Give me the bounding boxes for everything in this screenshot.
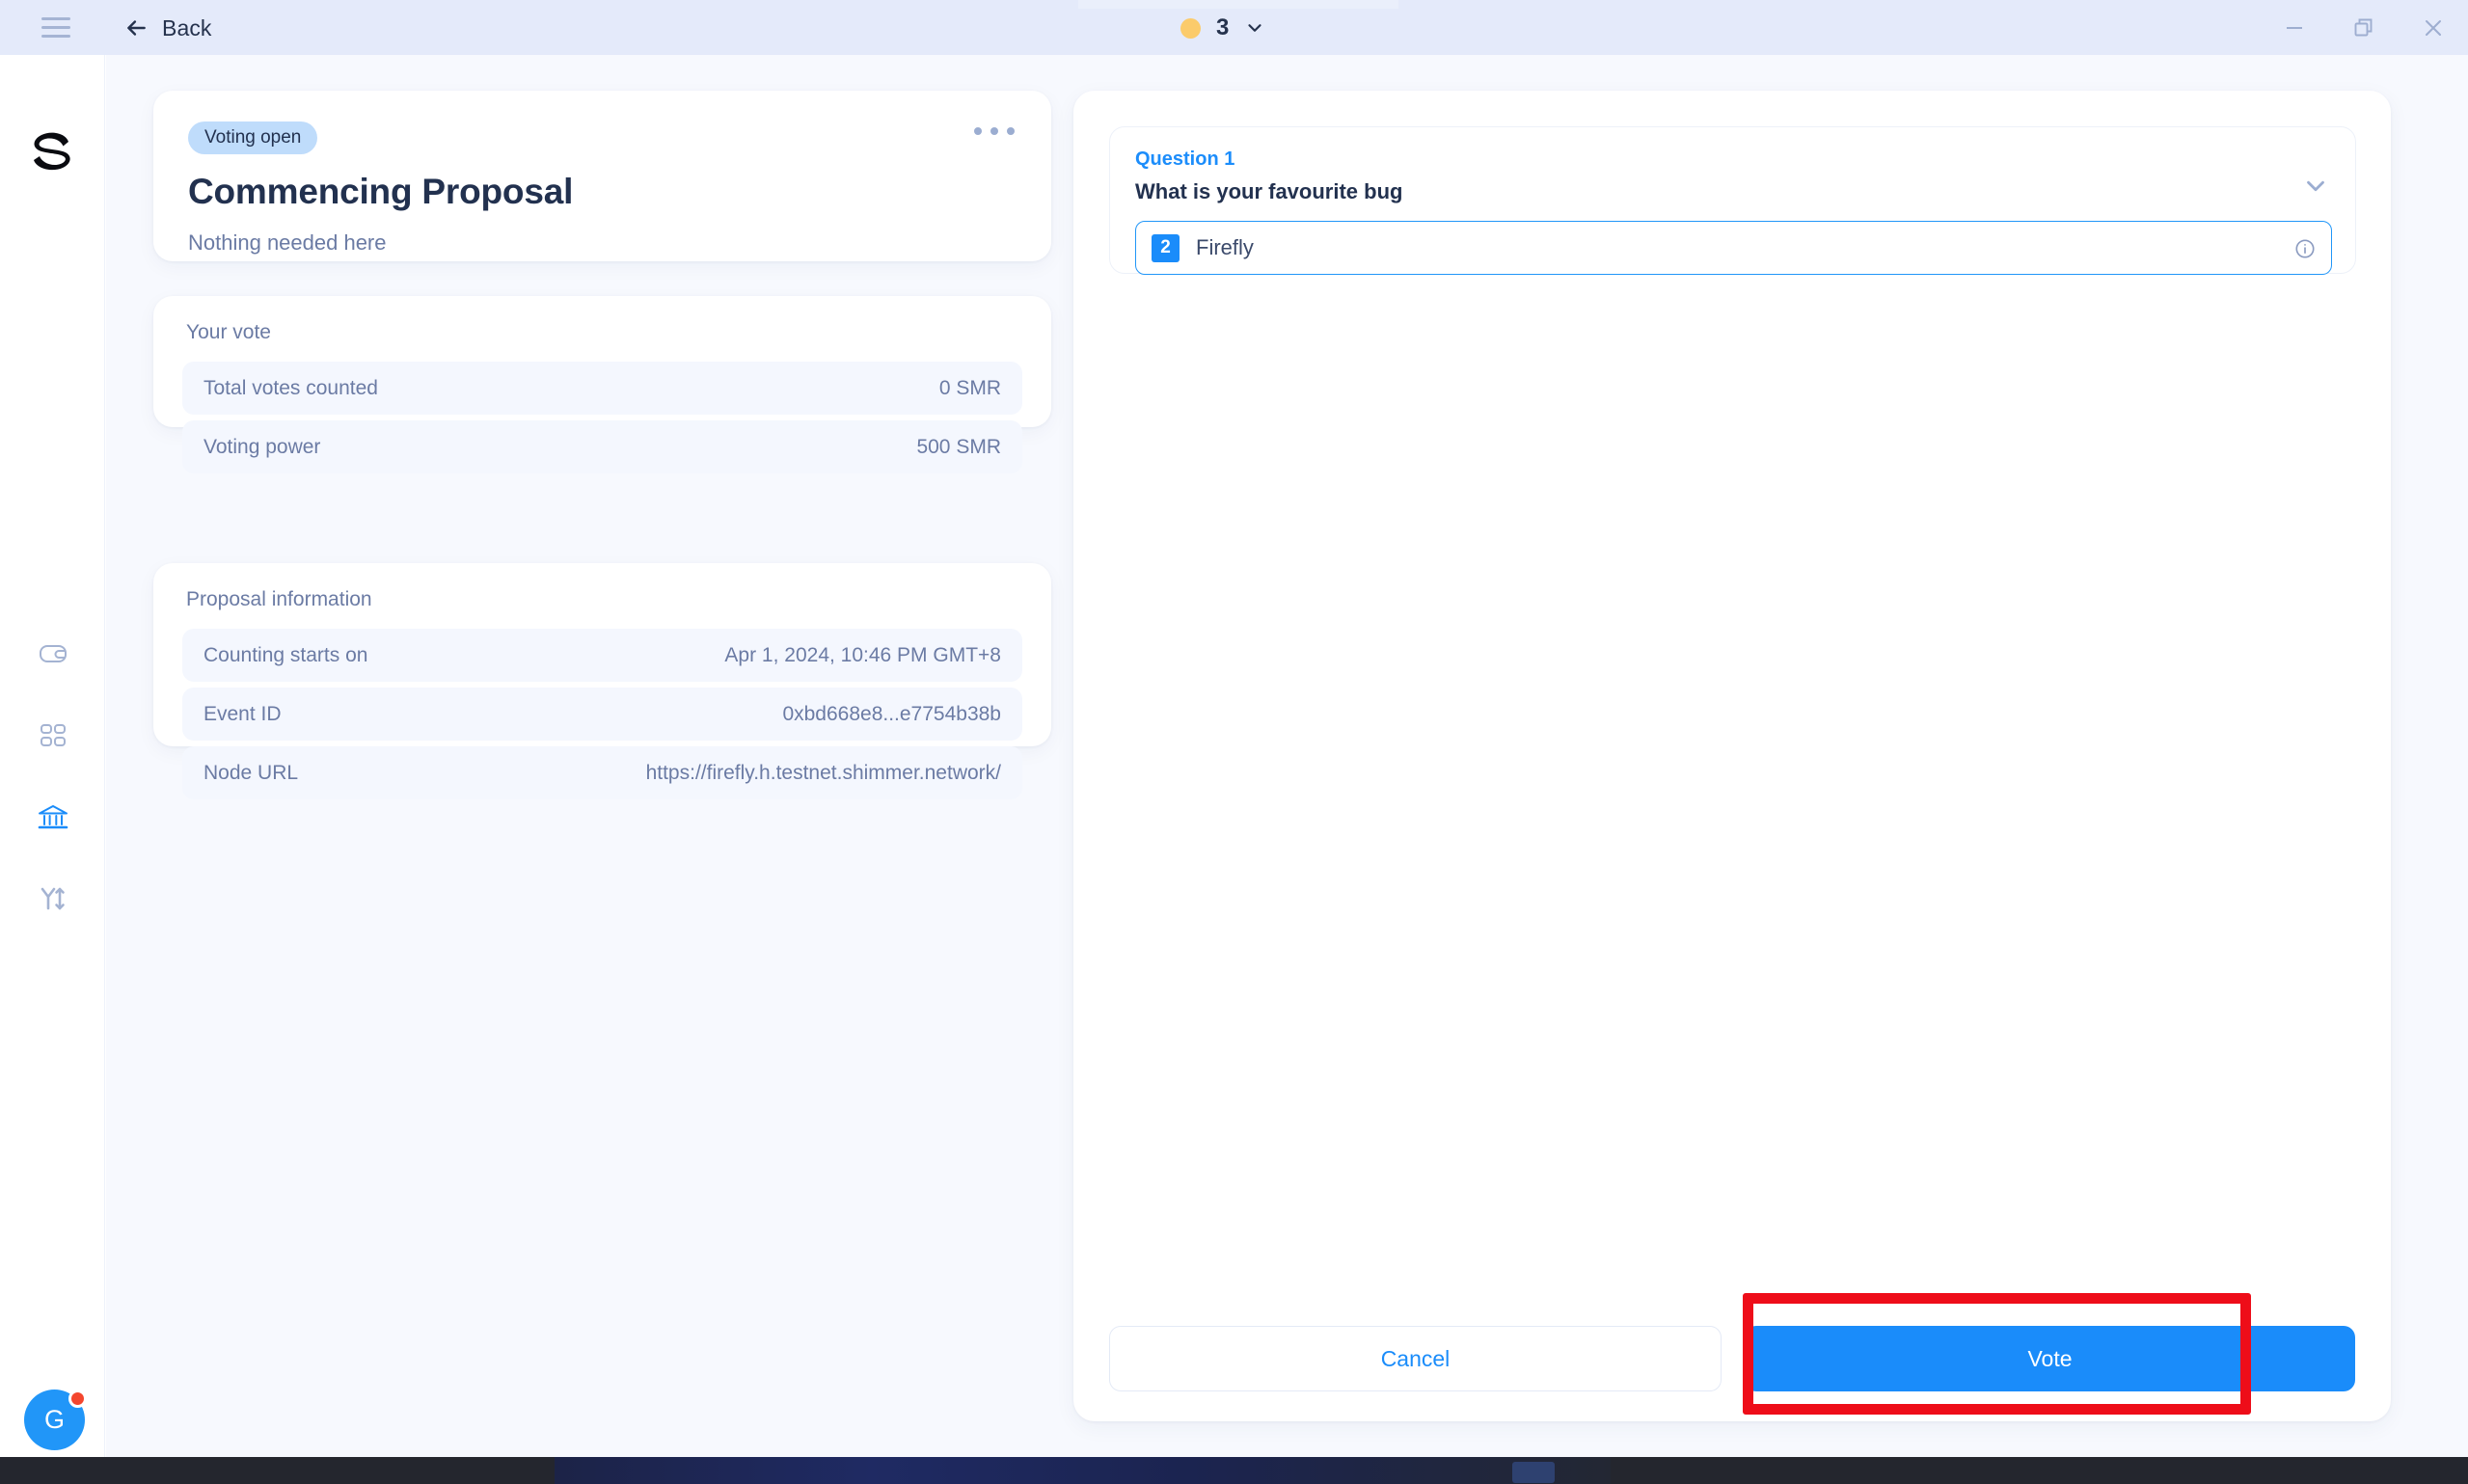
proposal-subtitle: Nothing needed here [188,230,1017,256]
maximize-button[interactable] [2329,0,2399,55]
question-label: Question 1 [1135,148,2330,171]
answer-label: Firefly [1196,235,1254,260]
wallet-icon [37,637,69,670]
notification-dot [68,1390,87,1408]
your-vote-heading: Your vote [186,321,1022,344]
main-content: Voting open Commencing Proposal Nothing … [106,55,2468,1457]
back-button[interactable]: Back [123,10,212,46]
list-item: Voting power 500 SMR [182,420,1022,473]
list-item: Total votes counted 0 SMR [182,362,1022,415]
account-name: 3 [1216,14,1229,41]
cancel-button[interactable]: Cancel [1109,1326,1722,1391]
hamburger-menu-icon[interactable] [41,13,70,40]
proposal-information-heading: Proposal information [186,588,1022,611]
account-switcher[interactable]: 3 [1180,10,1265,46]
arrow-left-icon [123,15,149,40]
restore-window-icon [2352,16,2375,40]
firefly-wallet-window: Back 3 [0,0,2468,1484]
row-value: https://firefly.h.testnet.shimmer.networ… [646,762,1001,785]
row-key: Counting starts on [203,644,367,667]
os-taskbar [0,1457,2468,1484]
list-item: Node URL https://firefly.h.testnet.shimm… [182,746,1022,799]
row-value: 0 SMR [939,377,1001,400]
row-value: Apr 1, 2024, 10:46 PM GMT+8 [724,644,1001,667]
close-button[interactable] [2399,0,2468,55]
sidebar-item-wallet[interactable] [28,629,78,679]
chevron-down-icon [1244,17,1265,39]
sidebar-item-governance[interactable] [28,793,78,843]
row-key: Event ID [203,703,282,726]
question-text: What is your favourite bug [1135,179,2330,204]
your-vote-list: Total votes counted 0 SMR Voting power 5… [182,362,1022,473]
row-value: 500 SMR [916,436,1001,459]
sidebar-nav [0,629,105,925]
sidebar-item-apps[interactable] [28,711,78,761]
back-label: Back [162,15,212,41]
close-icon [2422,16,2445,40]
vote-button[interactable]: Vote [1745,1326,2355,1391]
shimmer-logo-icon[interactable] [26,125,78,177]
info-circle-icon[interactable] [2294,238,2316,259]
avatar[interactable]: G [24,1390,85,1450]
row-key: Node URL [203,762,298,785]
answer-option-firefly[interactable]: 2 Firefly [1135,221,2332,275]
avatar-initial: G [44,1405,65,1435]
list-item: Event ID 0xbd668e8...e7754b38b [182,688,1022,741]
row-key: Voting power [203,436,320,459]
list-item: Counting starts on Apr 1, 2024, 10:46 PM… [182,629,1022,682]
proposal-information-list: Counting starts on Apr 1, 2024, 10:46 PM… [182,629,1022,799]
taskbar-app-icon[interactable] [1512,1462,1555,1483]
sidebar: G [0,55,105,1457]
question-card: Question 1 What is your favourite bug 2 … [1109,126,2356,274]
proposal-information-card: Proposal information Counting starts on … [153,563,1051,746]
voting-panel-footer: Cancel Vote [1073,1296,2391,1421]
developer-tools-icon [38,884,68,915]
shimmer-logo-glyph [26,125,78,177]
chevron-down-icon[interactable] [2301,172,2330,201]
page-title: Commencing Proposal [188,172,1017,212]
account-status-dot [1180,18,1201,39]
titlebar: Back 3 [0,0,2468,55]
answer-number: 2 [1152,234,1180,262]
minimize-icon [2284,17,2305,39]
ellipsis-icon[interactable] [968,121,1020,141]
taskbar-window-strip[interactable] [555,1457,1611,1484]
status-badge: Voting open [188,121,317,154]
minimize-button[interactable] [2260,0,2329,55]
voting-panel: Question 1 What is your favourite bug 2 … [1073,91,2391,1421]
your-vote-card: Your vote Total votes counted 0 SMR Voti… [153,296,1051,427]
apps-grid-icon [38,720,68,751]
window-controls [2260,0,2468,55]
titlebar-notch [1078,0,1398,9]
row-value: 0xbd668e8...e7754b38b [782,703,1001,726]
proposal-header-card: Voting open Commencing Proposal Nothing … [153,91,1051,261]
row-key: Total votes counted [203,377,378,400]
sidebar-item-developer[interactable] [28,875,78,925]
governance-bank-icon [37,801,69,834]
